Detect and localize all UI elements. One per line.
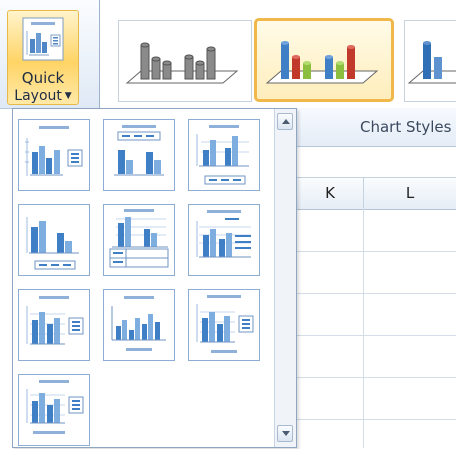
chart-style-blue[interactable] (404, 20, 456, 102)
quick-layout-icon (22, 17, 64, 61)
chart-styles-group-bar: Chart Styles (297, 108, 456, 147)
grid-line (297, 293, 456, 294)
quick-layout-menu (12, 108, 297, 448)
chart-style-gray[interactable] (118, 20, 252, 102)
layout-10-icon (26, 380, 84, 434)
layout-7[interactable] (18, 289, 90, 361)
menu-scrollbar[interactable] (274, 109, 296, 447)
scroll-down-button[interactable] (277, 425, 293, 442)
layout-6-icon (196, 210, 251, 258)
spreadsheet-area: K L (297, 147, 456, 448)
layout-5-icon (109, 209, 169, 268)
layout-3-icon (196, 125, 249, 185)
layout-8-icon (111, 296, 166, 351)
layout-9-icon (196, 295, 254, 353)
layout-4[interactable] (18, 204, 90, 276)
grid-line (297, 419, 456, 420)
quick-layout-label-line2: Layout ▼ (14, 88, 72, 104)
layout-1-icon (25, 126, 83, 176)
layout-9[interactable] (188, 289, 260, 361)
arrow-down-icon (282, 431, 290, 436)
grid-line (363, 208, 364, 448)
chart-style-colorful[interactable] (254, 18, 394, 102)
layout-2-icon (114, 125, 164, 176)
gray-3d-bars-icon (125, 42, 239, 84)
layout-2[interactable] (103, 119, 175, 191)
chart-styles-label: Chart Styles (360, 118, 452, 136)
chart-styles-gallery (99, 0, 456, 108)
scroll-up-button[interactable] (277, 113, 293, 130)
grid-line (297, 335, 456, 336)
quick-layout-button[interactable]: Quick Layout ▼ (7, 10, 79, 105)
layout-3[interactable] (188, 119, 260, 191)
quick-layout-label-line1: Quick (21, 69, 65, 87)
layout-1[interactable] (18, 119, 90, 191)
column-header-l[interactable]: L (364, 178, 456, 209)
column-header-k[interactable]: K (297, 178, 364, 209)
colorful-3d-bars-icon (265, 41, 379, 84)
blue-3d-bars-icon (407, 41, 456, 84)
layout-6[interactable] (188, 204, 260, 276)
dropdown-arrow-icon: ▼ (61, 91, 72, 101)
column-header-row: K L (297, 177, 456, 210)
layout-5[interactable] (103, 204, 175, 276)
arrow-up-icon (282, 119, 290, 124)
layout-8[interactable] (103, 289, 175, 361)
layout-7-icon (26, 296, 84, 345)
layout-10[interactable] (18, 374, 90, 446)
grid-line (297, 377, 456, 378)
grid-line (297, 251, 456, 252)
ribbon: Quick Layout ▼ (0, 0, 456, 109)
layout-4-icon (26, 217, 79, 270)
